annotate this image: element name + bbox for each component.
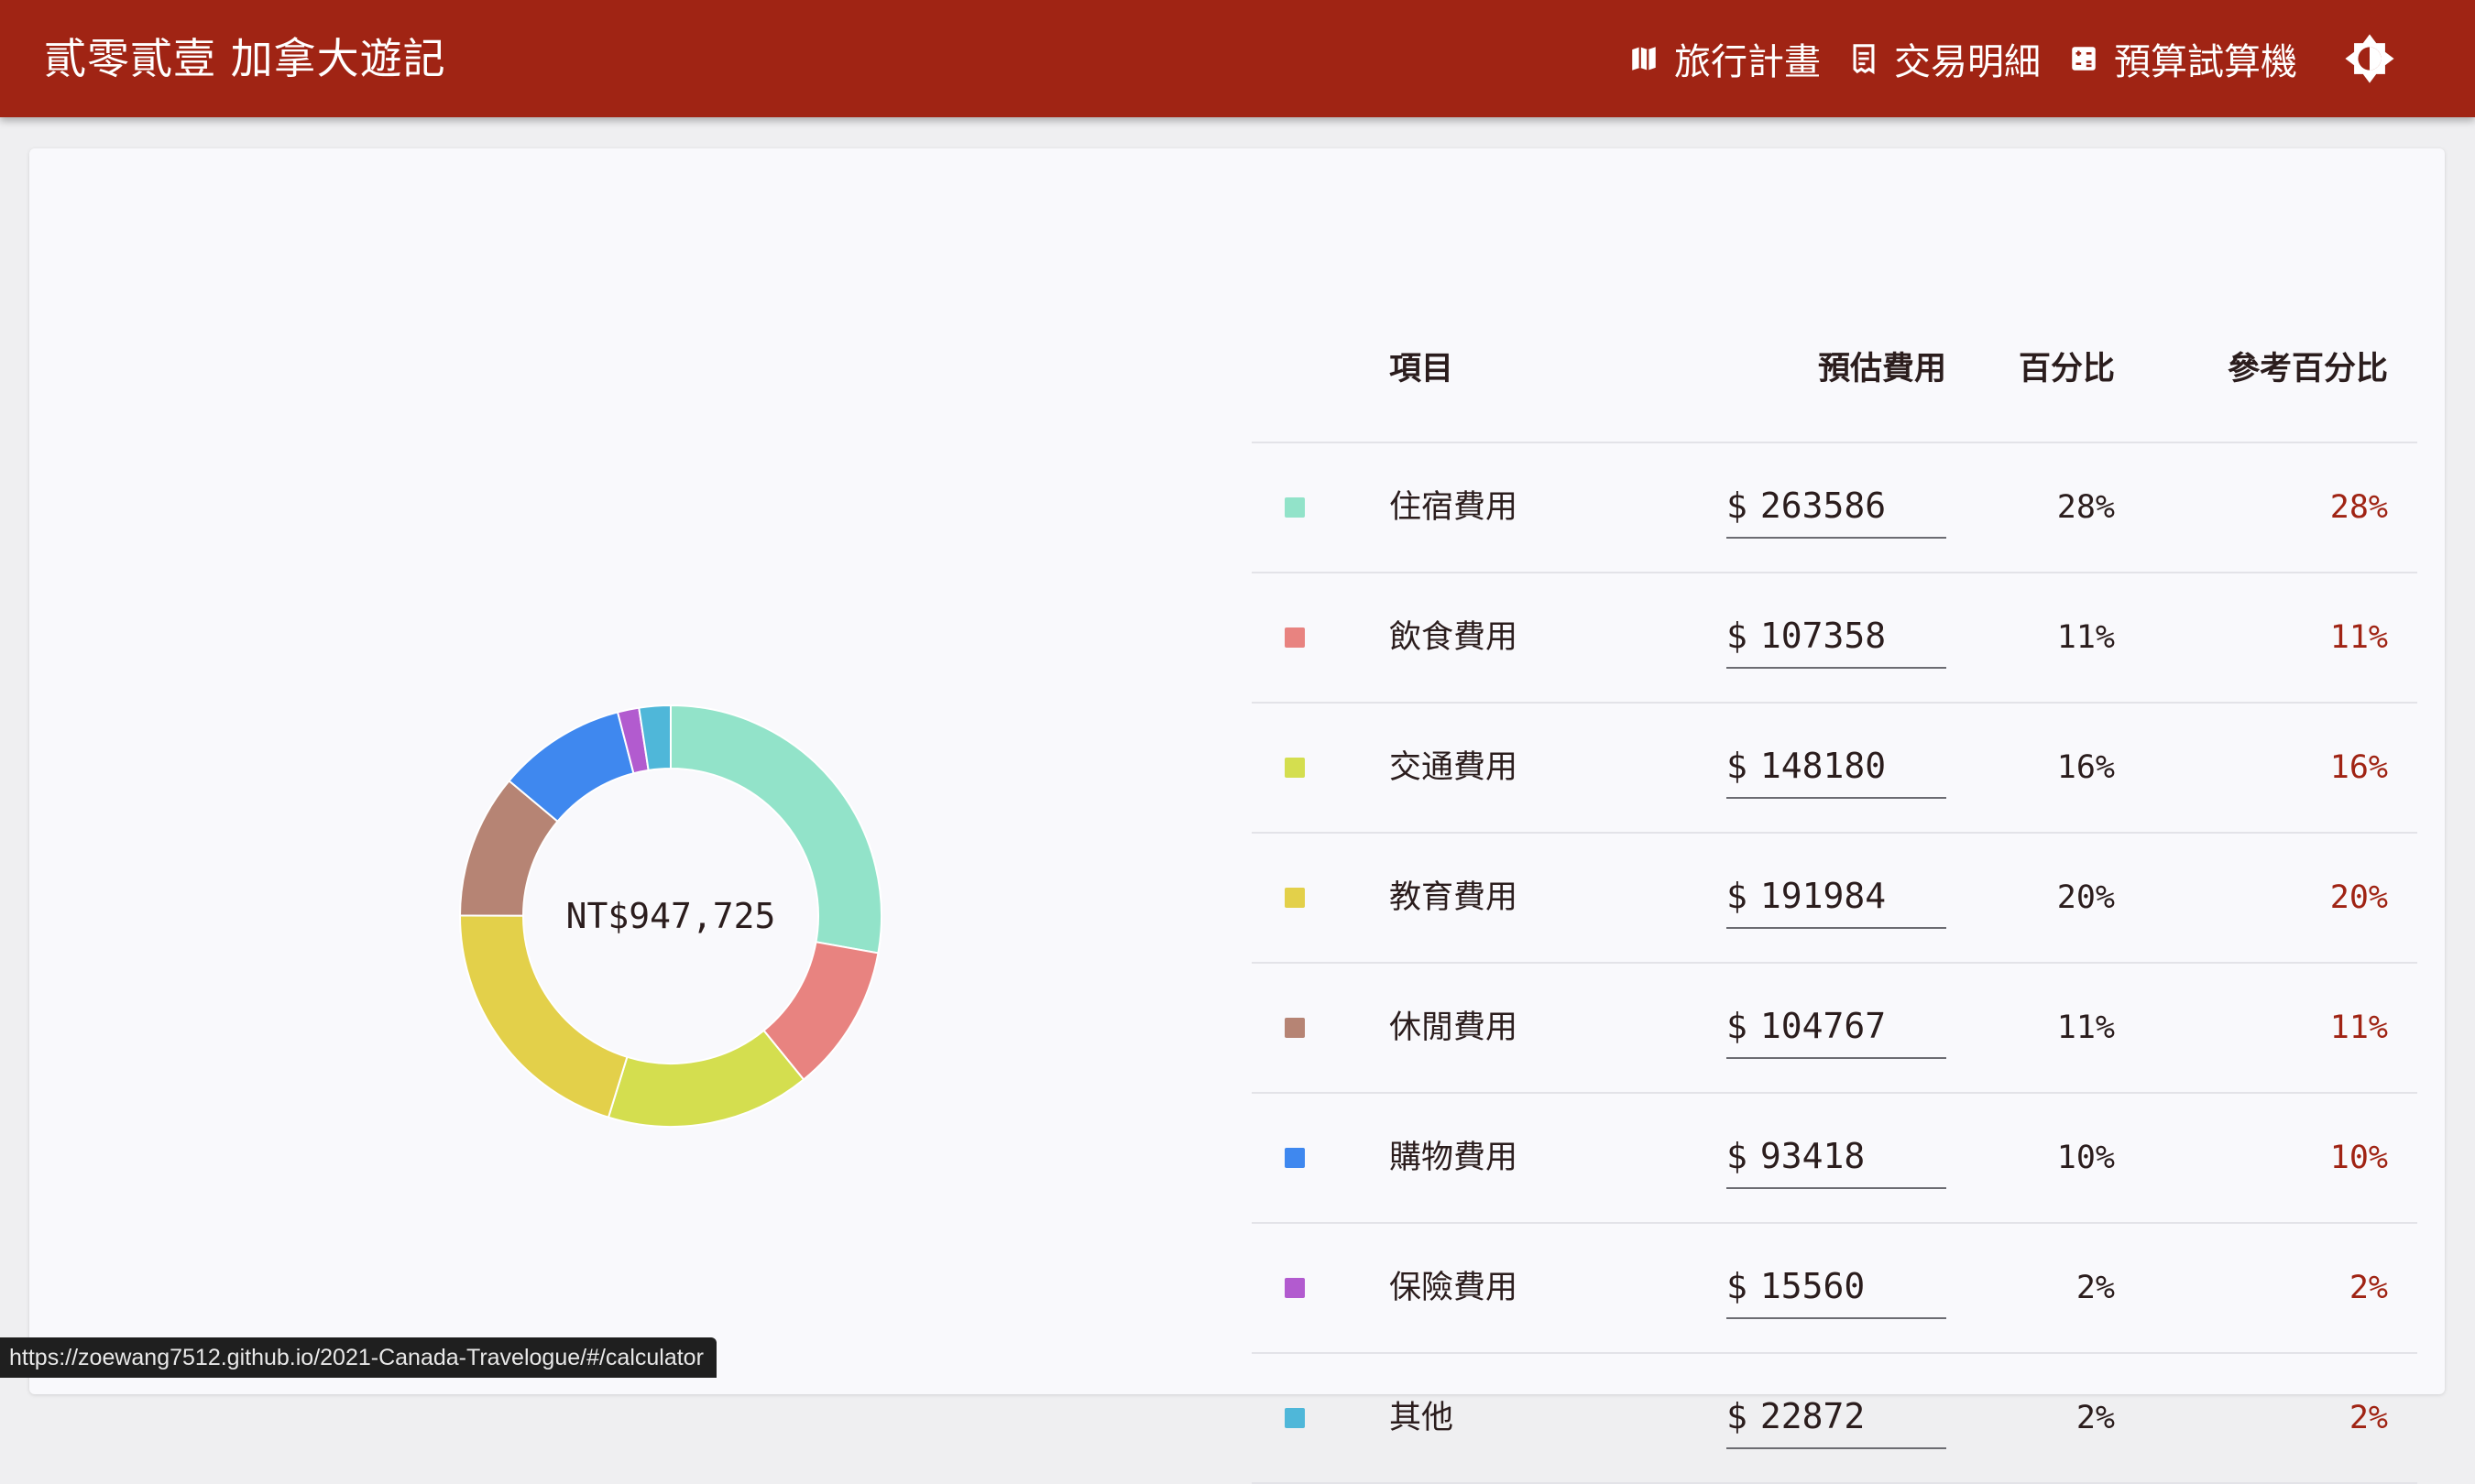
nav-travel-plan[interactable]: 旅行計畫 (1628, 0, 1821, 117)
percent-value: 2% (2075, 1400, 2115, 1436)
color-swatch (1285, 1408, 1305, 1428)
header-cost: 預估費用 (1817, 351, 1946, 387)
reference-percent-value: 20% (2329, 879, 2388, 916)
budget-table: 項目 預估費用 百分比 參考百分比 住宿費用 $263586 28% 28% 飲食費用 $… (1252, 297, 2417, 1484)
reference-percent-value: 11% (2329, 619, 2388, 656)
table-header: 項目 預估費用 百分比 參考百分比 (1252, 297, 2417, 443)
cost-value: 148180 (1759, 746, 1887, 786)
reference-percent-value: 2% (2349, 1400, 2388, 1436)
percent-value: 10% (2056, 1140, 2115, 1176)
brightness-icon (2345, 34, 2394, 83)
status-bar-url: https://zoewang7512.github.io/2021-Canad… (0, 1337, 717, 1378)
cost-input[interactable]: $22872 (1726, 1385, 1946, 1449)
color-swatch (1285, 1278, 1305, 1298)
header-reference: 參考百分比 (2227, 351, 2388, 387)
donut-svg (458, 704, 882, 1128)
table-row: 休閒費用 $104767 11% 11% (1252, 964, 2417, 1094)
donut-slice[interactable] (459, 914, 629, 1118)
table-row: 住宿費用 $263586 28% 28% (1252, 443, 2417, 573)
percent-value: 11% (2056, 619, 2115, 656)
item-name: 休閒費用 (1389, 1009, 1518, 1046)
currency-sign: $ (1726, 1006, 1747, 1046)
percent-value: 16% (2056, 749, 2115, 786)
reference-percent-value: 11% (2329, 1009, 2388, 1046)
reference-percent-value: 10% (2329, 1140, 2388, 1176)
currency-sign: $ (1726, 1266, 1747, 1306)
calculator-card: NT$947,725 項目 預估費用 百分比 參考百分比 住宿費用 $263586… (29, 148, 2445, 1484)
calculator-icon (2072, 47, 2096, 71)
percent-value: 28% (2056, 489, 2115, 526)
reference-percent-value: 2% (2349, 1270, 2388, 1306)
donut-slice[interactable] (607, 1029, 805, 1128)
cost-input[interactable]: $148180 (1726, 735, 1946, 799)
map-icon (1632, 47, 1656, 71)
color-swatch (1285, 1148, 1305, 1168)
percent-value: 20% (2056, 879, 2115, 916)
cost-input[interactable]: $15560 (1726, 1255, 1946, 1319)
percent-value: 11% (2056, 1009, 2115, 1046)
currency-sign: $ (1726, 616, 1747, 656)
item-name: 購物費用 (1389, 1140, 1518, 1176)
currency-sign: $ (1726, 1396, 1747, 1436)
header-percent: 百分比 (2018, 351, 2115, 387)
cost-value: 263586 (1759, 486, 1887, 526)
currency-sign: $ (1726, 746, 1747, 786)
item-name: 交通費用 (1389, 749, 1518, 786)
color-swatch (1285, 758, 1305, 778)
nav-label: 預算試算機 (2114, 41, 2297, 83)
cost-input[interactable]: $107358 (1726, 605, 1946, 669)
nav-budget-calculator[interactable]: 預算試算機 (2068, 0, 2297, 117)
table-row: 購物費用 $93418 10% 10% (1252, 1094, 2417, 1224)
cost-input[interactable]: $263586 (1726, 475, 1946, 539)
app-title[interactable]: 貳零貳壹 加拿大遊記 (44, 0, 446, 117)
table-row: 交通費用 $148180 16% 16% (1252, 704, 2417, 834)
cost-value: 107358 (1759, 616, 1887, 656)
budget-donut-chart: NT$947,725 (414, 660, 927, 1173)
currency-sign: $ (1726, 486, 1747, 526)
cost-value: 15560 (1759, 1266, 1866, 1306)
currency-sign: $ (1726, 876, 1747, 916)
nav-transactions[interactable]: 交易明細 (1848, 0, 2041, 117)
color-swatch (1285, 1018, 1305, 1038)
table-row: 保險費用 $15560 2% 2% (1252, 1224, 2417, 1354)
reference-percent-value: 28% (2329, 489, 2388, 526)
item-name: 其他 (1389, 1400, 1454, 1436)
table-row: 教育費用 $191984 20% 20% (1252, 834, 2417, 964)
app-bar: 貳零貳壹 加拿大遊記 旅行計畫 交易明細 預算試算機 (0, 0, 2475, 117)
cost-input[interactable]: $191984 (1726, 865, 1946, 929)
cost-input[interactable]: $104767 (1726, 995, 1946, 1059)
cost-value: 191984 (1759, 876, 1887, 916)
table-row: 飲食費用 $107358 11% 11% (1252, 573, 2417, 704)
table-row: 其他 $22872 2% 2% (1252, 1354, 2417, 1484)
item-name: 教育費用 (1389, 879, 1518, 916)
color-swatch (1285, 497, 1305, 518)
theme-toggle-button[interactable] (2343, 32, 2396, 85)
cost-value: 93418 (1759, 1136, 1866, 1176)
color-swatch (1285, 888, 1305, 908)
main-nav: 旅行計畫 交易明細 預算試算機 (1601, 0, 2396, 117)
currency-sign: $ (1726, 1136, 1747, 1176)
cost-input[interactable]: $93418 (1726, 1125, 1946, 1189)
color-swatch (1285, 627, 1305, 648)
item-name: 保險費用 (1389, 1270, 1518, 1306)
receipt-icon (1853, 44, 1875, 74)
reference-percent-value: 16% (2329, 749, 2388, 786)
nav-label: 交易明細 (1894, 41, 2041, 83)
cost-value: 104767 (1759, 1006, 1887, 1046)
percent-value: 2% (2075, 1270, 2115, 1306)
donut-slice[interactable] (670, 704, 882, 955)
table-body: 住宿費用 $263586 28% 28% 飲食費用 $107358 11% 11% 交通費用 $1… (1252, 443, 2417, 1484)
item-name: 飲食費用 (1389, 619, 1518, 656)
nav-label: 旅行計畫 (1674, 41, 1821, 83)
cost-value: 22872 (1759, 1396, 1866, 1436)
item-name: 住宿費用 (1389, 489, 1518, 526)
